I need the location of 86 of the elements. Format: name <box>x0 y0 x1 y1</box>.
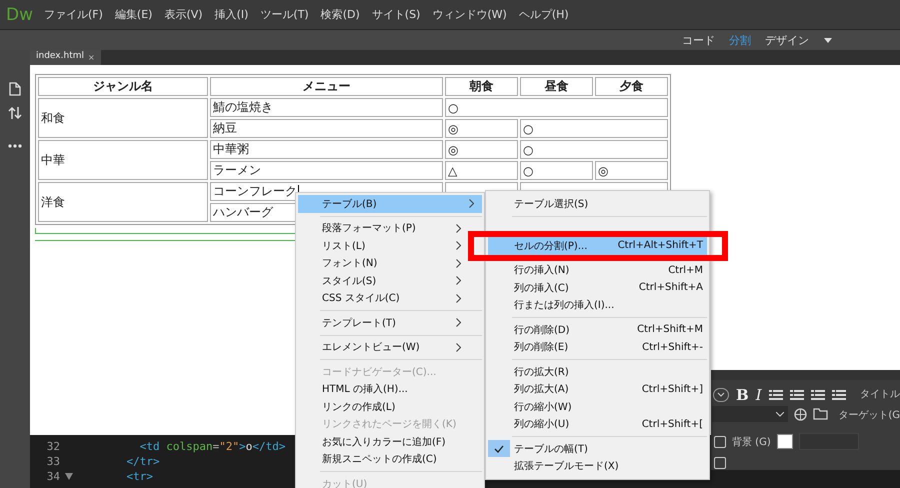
table-cell: △ <box>445 161 518 180</box>
caret-icon[interactable] <box>824 38 832 42</box>
column-header: メニュー <box>210 77 443 96</box>
list-icon[interactable] <box>832 390 846 400</box>
background-label: 背景 (G) <box>732 436 771 448</box>
menu-item[interactable]: テーブル(B) <box>298 195 482 212</box>
menu-item[interactable]: リスト(L) <box>298 237 465 254</box>
menu-item[interactable]: 列の挿入(C) Ctrl+Shift+A <box>488 279 707 296</box>
column-header: 夕食 <box>595 77 668 96</box>
menu-item[interactable]: 列の拡大(A) Ctrl+Shift+] <box>488 380 707 398</box>
file-icon[interactable] <box>9 82 21 96</box>
menu-item[interactable]: ツール(T) <box>254 7 315 22</box>
italic-button[interactable]: I <box>756 386 762 404</box>
menu-item[interactable]: 検索(D) <box>314 7 366 22</box>
menu-item[interactable]: スタイル(S) <box>298 272 465 290</box>
checkbox[interactable] <box>714 436 726 448</box>
menu-item[interactable]: テンプレート(T) <box>298 314 465 332</box>
view-tab[interactable]: コード <box>677 32 720 48</box>
table-cell: 中華 <box>38 140 208 180</box>
table-cell: 中華粥 <box>210 140 443 159</box>
menu-item[interactable]: お気に入りカラーに追加(F) <box>298 433 465 450</box>
menu-item[interactable]: テーブルの幅(T) <box>488 440 707 458</box>
code-line: </tr> <box>125 455 160 468</box>
table-cell: ○ <box>520 161 593 180</box>
column-header: 昼食 <box>520 77 593 96</box>
bold-button[interactable]: B <box>736 386 749 404</box>
fold-icon[interactable] <box>65 473 73 480</box>
menu-item[interactable]: 新規スニペットの作成(C) <box>298 450 465 468</box>
menu-item[interactable]: 行の挿入(N) Ctrl+M <box>488 262 707 279</box>
document-tab[interactable]: index.html <box>30 50 86 65</box>
line-number: 33 <box>46 455 60 468</box>
menu-item[interactable]: 挿入(I) <box>208 7 254 22</box>
target-icon[interactable] <box>794 408 807 420</box>
folder-icon[interactable] <box>813 408 828 420</box>
menu-item[interactable]: セルの分割(P)... Ctrl+Alt+Shift+T <box>488 237 707 254</box>
target-label: ターゲット(G <box>838 409 900 422</box>
list-icon[interactable] <box>768 390 783 400</box>
list-icon[interactable] <box>810 390 825 400</box>
code-line: <tr> <box>125 470 153 483</box>
column-header: ジャンル名 <box>38 77 208 96</box>
close-button[interactable]: × <box>86 50 101 65</box>
chevron-icon <box>776 412 784 416</box>
menu-item[interactable]: HTML の挿入(H)... <box>298 380 465 398</box>
table-cell: 和食 <box>38 98 208 138</box>
sort-icon[interactable] <box>8 106 22 120</box>
menu-item[interactable]: リンクの作成(L) <box>298 398 465 416</box>
code-line: <td colspan="2">o</td> <box>138 440 286 453</box>
menu-item[interactable]: 表示(V) <box>158 7 209 22</box>
table-cell: ○ <box>520 140 668 159</box>
column-header: 朝食 <box>445 77 518 96</box>
menu-item[interactable]: 列の縮小(U) Ctrl+Shift+[ <box>488 416 707 433</box>
table-cell: ◎ <box>595 161 668 180</box>
table-cell: 鯖の塩焼き <box>210 98 443 117</box>
menu-item[interactable]: 行の縮小(W) <box>488 398 707 416</box>
menu-item[interactable]: 行または列の挿入(I)... <box>488 296 707 314</box>
menu-item[interactable]: サイト(S) <box>366 7 426 22</box>
app-logo: Dw <box>5 4 34 24</box>
menu-item[interactable]: CSS スタイル(C) <box>298 290 465 307</box>
menu-item[interactable]: 列の削除(E) Ctrl+Shift+- <box>488 338 707 356</box>
table-cell: 納豆 <box>210 119 443 138</box>
menu-item[interactable]: テーブル選択(S) <box>488 195 707 212</box>
menu-item[interactable]: ファイル(F) <box>38 7 109 22</box>
table-cell: ○ <box>520 119 668 138</box>
menu-item[interactable]: 拡張テーブルモード(X) <box>488 458 707 475</box>
table-cell: ◎ <box>445 140 518 159</box>
line-number: 34 <box>46 470 60 483</box>
title-label: タイトル <box>860 388 900 401</box>
table-cell: ラーメン <box>210 161 443 180</box>
menu-item[interactable]: エレメントビュー(W) <box>298 338 465 356</box>
menu-item[interactable]: 行の削除(D) Ctrl+Shift+M <box>488 321 707 338</box>
line-number: 32 <box>46 440 60 453</box>
color-swatch[interactable] <box>776 434 793 449</box>
dropdown-icon[interactable] <box>713 388 729 402</box>
menu-item[interactable]: 編集(E) <box>108 7 158 22</box>
menu-item[interactable]: フォント(N) <box>298 254 465 272</box>
list-icon[interactable] <box>790 390 804 400</box>
menu-item[interactable]: ヘルプ(H) <box>512 7 575 22</box>
table-cell: ◎ <box>445 119 518 138</box>
checkbox[interactable] <box>714 457 726 469</box>
view-tab[interactable]: デザイン <box>760 32 814 48</box>
menu-item[interactable]: ウィンドウ(W) <box>426 7 513 22</box>
menu-item[interactable]: 段落フォーマット(P) <box>298 220 465 237</box>
table-cell: ○ <box>445 98 668 117</box>
table-cell: 洋食 <box>38 182 208 222</box>
menu-item[interactable]: 行の拡大(R) <box>488 363 707 380</box>
more-icon[interactable] <box>8 144 22 148</box>
